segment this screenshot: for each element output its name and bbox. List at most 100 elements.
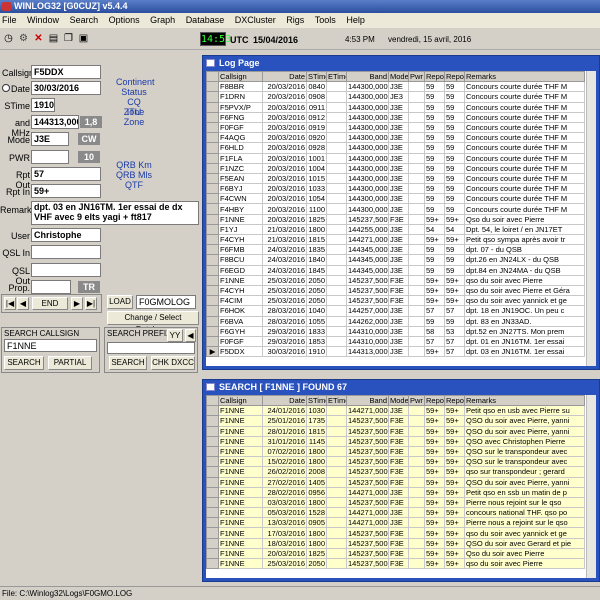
- table-row[interactable]: F4HBY 20/03/2016 1100 144300,000 J3E 59 59 Conc…: [206, 203, 585, 215]
- table-cell[interactable]: Concours courte durée THF M: [464, 142, 585, 154]
- table-cell[interactable]: 59: [424, 111, 445, 123]
- table-cell[interactable]: 59+: [444, 476, 465, 488]
- table-cell[interactable]: JE3: [388, 91, 409, 103]
- table-cell[interactable]: J3E: [388, 183, 409, 195]
- next-record-button[interactable]: ▶: [71, 297, 83, 310]
- table-cell[interactable]: [408, 486, 425, 498]
- table-cell[interactable]: F1NNE: [218, 547, 263, 560]
- table-cell[interactable]: 1004: [306, 162, 327, 174]
- table-cell[interactable]: 144271,000: [346, 507, 389, 519]
- table-cell[interactable]: 59: [444, 121, 465, 134]
- table-cell[interactable]: 1054: [306, 193, 327, 205]
- table-cell[interactable]: [408, 476, 425, 488]
- table-cell[interactable]: Concours courte durée THF M: [464, 91, 585, 103]
- filter-icon[interactable]: ⚙: [18, 33, 29, 44]
- table-cell[interactable]: 144257,000: [346, 305, 389, 317]
- table-cell[interactable]: 1405: [306, 476, 327, 488]
- table-cell[interactable]: Concours courte durée THF M: [464, 203, 585, 215]
- table-cell[interactable]: 24/03/2016: [262, 244, 307, 256]
- column-header[interactable]: STime: [306, 395, 327, 407]
- table-cell[interactable]: 144300,000: [346, 121, 389, 134]
- table-row[interactable]: F1NNE 15/02/2016 1800 145237,500 F3E 59+ 59+ QS…: [206, 456, 585, 468]
- table-cell[interactable]: 144300,000: [346, 142, 389, 154]
- table-cell[interactable]: 1910: [306, 346, 327, 358]
- table-cell[interactable]: 17/03/2016: [262, 527, 307, 539]
- table-cell[interactable]: F1DRN: [218, 91, 263, 103]
- menu-options[interactable]: Options: [109, 15, 140, 25]
- table-cell[interactable]: 28/03/2016: [262, 315, 307, 327]
- table-cell[interactable]: 25/03/2016: [262, 284, 307, 297]
- table-cell[interactable]: 145237,500: [346, 476, 389, 488]
- table-cell[interactable]: 57: [424, 305, 445, 317]
- table-cell[interactable]: [408, 233, 425, 246]
- table-cell[interactable]: QSO sur le transpondeur avec: [464, 456, 585, 468]
- table-cell[interactable]: 59+: [444, 213, 465, 225]
- table-cell[interactable]: [326, 547, 347, 560]
- table-cell[interactable]: [408, 172, 425, 185]
- table-cell[interactable]: dpt. 03 en JN16TM. 1er essai: [464, 346, 585, 358]
- table-cell[interactable]: 145237,500: [346, 274, 389, 286]
- pwr-field[interactable]: [31, 150, 69, 164]
- table-cell[interactable]: 59+: [444, 295, 465, 307]
- table-cell[interactable]: [408, 284, 425, 297]
- table-cell[interactable]: qso du soir avec yannick et ge: [464, 295, 585, 307]
- table-cell[interactable]: F6FNG: [218, 111, 263, 123]
- table-cell[interactable]: F1NNE: [218, 466, 263, 478]
- table-cell[interactable]: 57: [444, 335, 465, 348]
- table-cell[interactable]: 144300,000: [346, 162, 389, 174]
- table-cell[interactable]: F1NNE: [218, 456, 263, 468]
- table-cell[interactable]: 1825: [306, 213, 327, 225]
- table-cell[interactable]: F3E: [388, 415, 409, 427]
- table-cell[interactable]: F3E: [388, 295, 409, 307]
- table-cell[interactable]: F6GYH: [218, 325, 263, 337]
- log-page-scrollbar[interactable]: [586, 71, 596, 366]
- column-header[interactable]: Remarks: [464, 395, 585, 407]
- table-cell[interactable]: [326, 425, 347, 437]
- table-cell[interactable]: F1NNE: [218, 527, 263, 539]
- search-callsign-button[interactable]: SEARCH: [4, 356, 44, 370]
- table-cell[interactable]: [326, 435, 347, 447]
- end-button[interactable]: END: [32, 297, 68, 310]
- table-cell[interactable]: 20/03/2016: [262, 81, 307, 93]
- table-cell[interactable]: F4CWN: [218, 193, 263, 205]
- table-cell[interactable]: [408, 445, 425, 458]
- table-cell[interactable]: 59+: [424, 415, 445, 427]
- table-cell[interactable]: [408, 81, 425, 93]
- table-cell[interactable]: F1NNE: [218, 425, 263, 437]
- table-cell[interactable]: 59: [424, 264, 445, 276]
- table-cell[interactable]: 29/03/2016: [262, 325, 307, 337]
- table-row[interactable]: F0FGF 20/03/2016 0919 144300,000 J3E 59 59 Conc…: [206, 121, 585, 134]
- table-cell[interactable]: [408, 111, 425, 123]
- table-cell[interactable]: QSO sur le transpondeur avec: [464, 445, 585, 458]
- table-cell[interactable]: 28/01/2016: [262, 425, 307, 437]
- table-cell[interactable]: QSO du soir avec Pierre, yanni: [464, 415, 585, 427]
- table-cell[interactable]: J3E: [388, 244, 409, 256]
- table-cell[interactable]: 59+: [424, 213, 445, 225]
- table-cell[interactable]: [326, 466, 347, 478]
- column-header[interactable]: STime: [306, 71, 327, 83]
- table-row[interactable]: F1NNE 25/01/2016 1735 145237,500 F3E 59+ 59+ QS…: [206, 415, 585, 427]
- table-cell[interactable]: 59+: [444, 445, 465, 458]
- table-row[interactable]: F1NNE 05/03/2016 1528 144271,000 J3E 59+ 59+ co…: [206, 507, 585, 519]
- menu-tools[interactable]: Tools: [315, 15, 336, 25]
- table-cell[interactable]: [408, 274, 425, 286]
- table-cell[interactable]: [326, 91, 347, 103]
- table-cell[interactable]: 59+: [424, 425, 445, 437]
- table-cell[interactable]: dpt. 83 en JN33AD.: [464, 315, 585, 327]
- table-cell[interactable]: 1033: [306, 183, 327, 195]
- table-cell[interactable]: J3E: [388, 203, 409, 215]
- table-row[interactable]: F1NNE 27/02/2016 1405 145237,500 F3E 59+ 59+ QS…: [206, 476, 585, 488]
- table-cell[interactable]: 0908: [306, 91, 327, 103]
- table-cell[interactable]: J3E: [388, 346, 409, 358]
- table-cell[interactable]: [408, 346, 425, 358]
- table-row[interactable]: F6HLD 20/03/2016 0928 144300,000 J3E 59 59 Conc…: [206, 142, 585, 154]
- table-cell[interactable]: [326, 476, 347, 488]
- table-cell[interactable]: 59+: [444, 425, 465, 437]
- table-cell[interactable]: 1001: [306, 152, 327, 164]
- menu-rigs[interactable]: Rigs: [286, 15, 304, 25]
- table-cell[interactable]: dpt. 01 en JN16TM. 1er essai: [464, 335, 585, 348]
- table-cell[interactable]: [326, 325, 347, 337]
- table-cell[interactable]: [326, 405, 347, 417]
- table-cell[interactable]: J3E: [388, 325, 409, 337]
- table-cell[interactable]: 0840: [306, 81, 327, 93]
